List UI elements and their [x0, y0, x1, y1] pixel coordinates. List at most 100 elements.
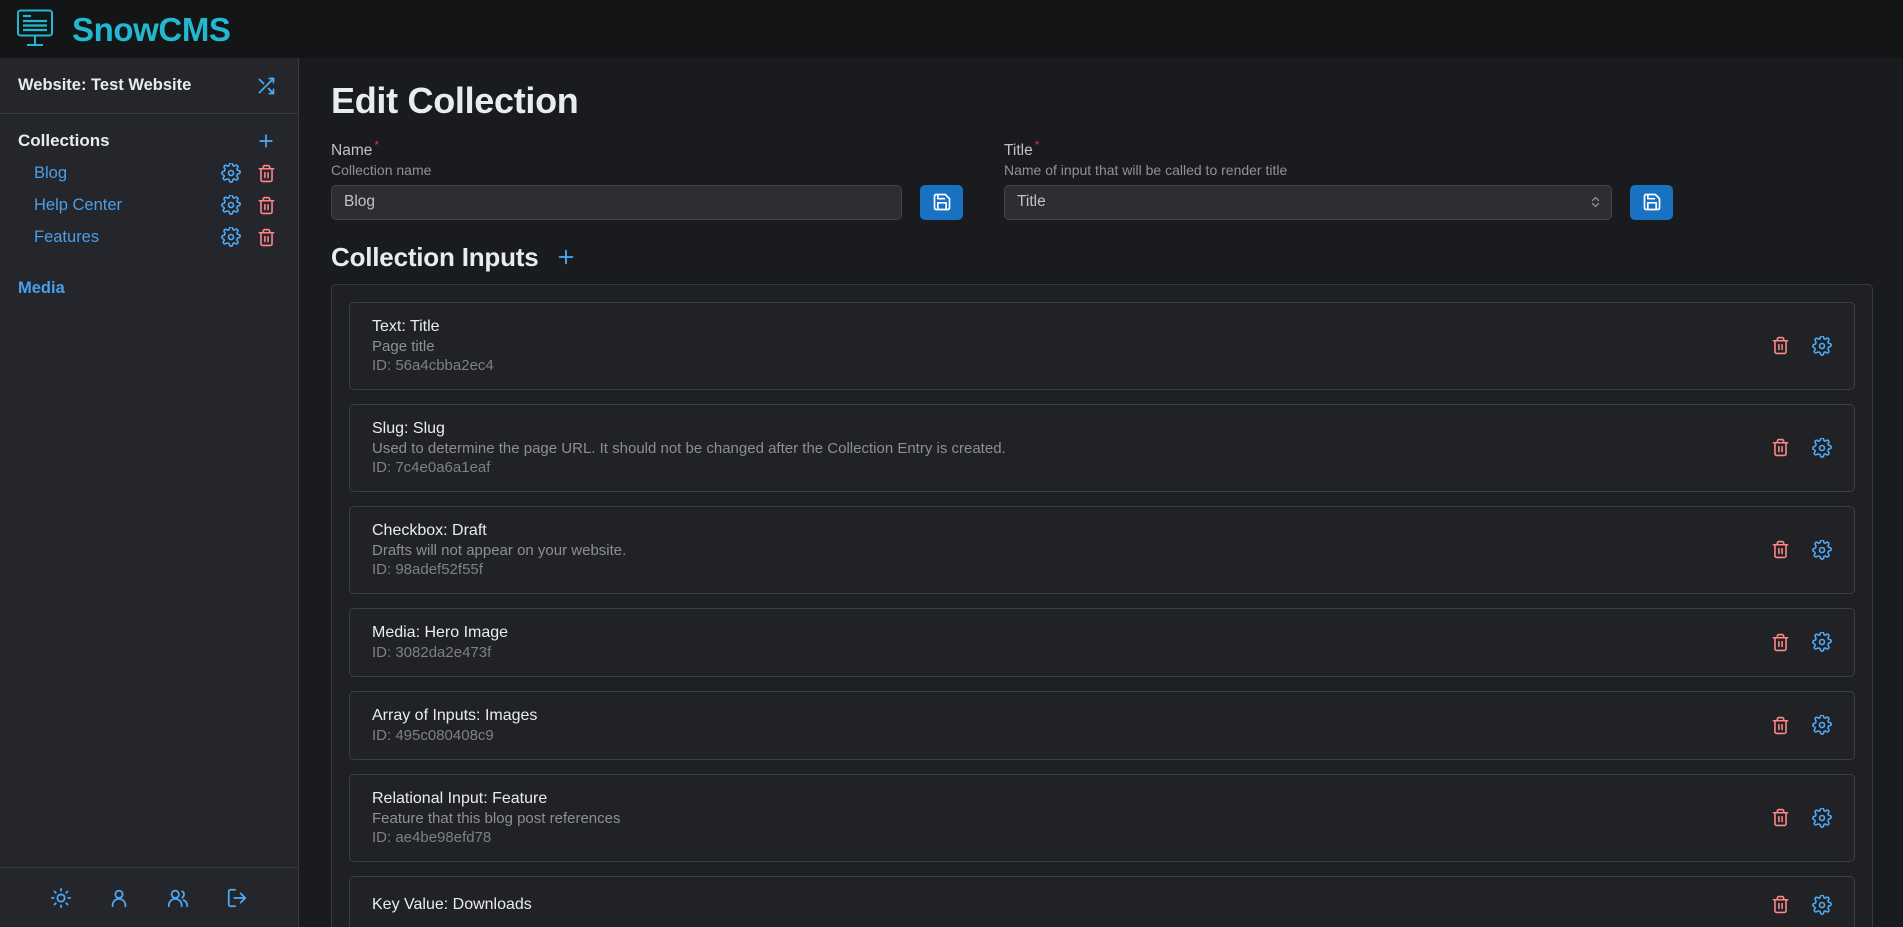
trash-icon[interactable]: [1771, 438, 1790, 457]
collections-header: Collections: [0, 114, 298, 157]
input-card-id: ID: 98adef52f55f: [372, 560, 483, 578]
input-card[interactable]: Array of Inputs: Images ID: 495c080408c9: [349, 690, 1855, 760]
collection-row-actions: [221, 227, 276, 247]
collections-list: Blog Help Center Features: [0, 157, 298, 253]
sidebar-item-features[interactable]: Features: [0, 221, 298, 253]
save-name-button[interactable]: [920, 184, 963, 220]
shuffle-icon[interactable]: [256, 76, 276, 96]
gear-icon[interactable]: [1812, 632, 1832, 652]
sidebar-item-help-center[interactable]: Help Center: [0, 189, 298, 221]
plus-icon[interactable]: [555, 246, 577, 268]
trash-icon[interactable]: [1771, 540, 1790, 559]
trash-icon[interactable]: [257, 164, 276, 183]
sun-icon[interactable]: [50, 887, 72, 909]
website-label: Website: Test Website: [18, 76, 192, 94]
top-bar: SnowCMS: [0, 0, 1903, 58]
logout-icon[interactable]: [226, 887, 248, 909]
input-card-id: ID: 3082da2e473f: [372, 643, 492, 661]
gear-icon[interactable]: [1812, 715, 1832, 735]
collection-row-actions: [221, 195, 276, 215]
name-field-group: Name * Collection name: [331, 138, 902, 220]
title-select-input[interactable]: [1004, 184, 1612, 220]
collection-form-row: Name* Collection name Title* Name of inp…: [331, 138, 1873, 220]
trash-icon[interactable]: [257, 228, 276, 247]
input-card-text: Slug: Slug Used to determine the page UR…: [372, 420, 1006, 476]
input-card-text: Array of Inputs: Images ID: 495c080408c9: [372, 707, 537, 744]
collection-row-actions: [221, 163, 276, 183]
sidebar-item-media[interactable]: Media: [0, 253, 298, 302]
gear-icon[interactable]: [1812, 894, 1832, 915]
collection-inputs-panel: Text: Title Page title ID: 56a4cbba2ec4: [331, 283, 1873, 927]
collection-link[interactable]: Features: [34, 228, 99, 247]
input-card[interactable]: Slug: Slug Used to determine the page UR…: [349, 403, 1855, 492]
input-card[interactable]: Checkbox: Draft Drafts will not appear o…: [349, 505, 1855, 594]
gear-icon[interactable]: [1812, 437, 1832, 458]
gear-icon[interactable]: [1812, 335, 1832, 356]
sidebar-item-blog[interactable]: Blog: [0, 157, 298, 189]
collection-link[interactable]: Help Center: [34, 196, 122, 215]
input-card[interactable]: Relational Input: Feature Feature that t…: [349, 773, 1855, 862]
monitor-logo-icon: [14, 8, 60, 50]
name-field-description: Collection name: [331, 161, 432, 178]
main-content: Edit Collection Name* Collection name Ti…: [299, 58, 1903, 927]
gear-icon[interactable]: [221, 227, 241, 247]
input-card-actions: [1771, 807, 1832, 828]
input-card[interactable]: Text: Title Page title ID: 56a4cbba2ec4: [349, 301, 1855, 390]
collection-link[interactable]: Blog: [34, 164, 67, 183]
input-card-title: Checkbox: Draft: [372, 521, 487, 539]
trash-icon[interactable]: [1771, 808, 1790, 827]
trash-icon[interactable]: [1771, 716, 1790, 735]
user-icon[interactable]: [108, 887, 130, 909]
required-marker: *: [1034, 138, 1040, 152]
input-card-description: Used to determine the page URL. It shoul…: [372, 439, 1006, 457]
input-card-id: ID: 7c4e0a6a1eaf: [372, 458, 491, 476]
input-card-actions: [1771, 894, 1832, 915]
input-card-text: Media: Hero Image ID: 3082da2e473f: [372, 624, 508, 661]
input-card-description: Drafts will not appear on your website.: [372, 541, 627, 559]
gear-icon[interactable]: [221, 163, 241, 183]
gear-icon[interactable]: [1812, 539, 1832, 560]
input-card[interactable]: Media: Hero Image ID: 3082da2e473f: [349, 607, 1855, 677]
input-card-id: ID: 495c080408c9: [372, 726, 494, 744]
input-card-text: Relational Input: Feature Feature that t…: [372, 790, 620, 846]
required-marker: *: [374, 138, 380, 152]
users-icon[interactable]: [166, 887, 190, 909]
trash-icon[interactable]: [1771, 336, 1790, 355]
input-card-actions: [1771, 715, 1832, 735]
input-card-title: Media: Hero Image: [372, 623, 509, 641]
website-row: Website: Test Website: [0, 58, 298, 114]
collection-inputs-title: Collection Inputs: [331, 241, 539, 272]
input-card[interactable]: Key Value: Downloads: [349, 875, 1855, 927]
title-field-label: Title *: [1004, 138, 1040, 160]
plus-icon[interactable]: [256, 131, 276, 151]
trash-icon[interactable]: [257, 196, 276, 215]
body-split: Website: Test Website Collections Blog H…: [0, 58, 1903, 927]
trash-icon[interactable]: [1771, 633, 1790, 652]
input-card-title: Text: Title: [372, 317, 440, 335]
input-card-actions: [1771, 539, 1832, 560]
input-card-text: Checkbox: Draft Drafts will not appear o…: [372, 522, 626, 578]
sidebar: Website: Test Website Collections Blog H…: [0, 58, 299, 927]
input-card-description: Feature that this blog post references: [372, 809, 621, 827]
collection-name-input[interactable]: [331, 184, 902, 220]
title-field-group: Title * Name of input that will be called…: [1004, 138, 1612, 220]
trash-icon[interactable]: [1771, 895, 1790, 914]
sidebar-footer: [0, 867, 298, 927]
input-card-title: Key Value: Downloads: [372, 895, 532, 913]
input-card-title: Array of Inputs: Images: [372, 706, 538, 724]
collections-title: Collections: [18, 131, 110, 150]
gear-icon[interactable]: [221, 195, 241, 215]
input-card-actions: [1771, 632, 1832, 652]
input-card-id: ID: ae4be98efd78: [372, 828, 492, 846]
app-root: SnowCMS Website: Test Website Collection…: [0, 0, 1903, 927]
gear-icon[interactable]: [1812, 807, 1832, 828]
input-card-id: ID: 56a4cbba2ec4: [372, 356, 494, 374]
input-card-title: Slug: Slug: [372, 419, 445, 437]
input-card-text: Key Value: Downloads: [372, 896, 532, 914]
save-title-button[interactable]: [1630, 184, 1673, 220]
page-title: Edit Collection: [331, 80, 579, 121]
media-link[interactable]: Media: [18, 279, 65, 297]
name-field-label: Name *: [331, 138, 380, 160]
collection-inputs-header: Collection Inputs: [331, 242, 1873, 273]
